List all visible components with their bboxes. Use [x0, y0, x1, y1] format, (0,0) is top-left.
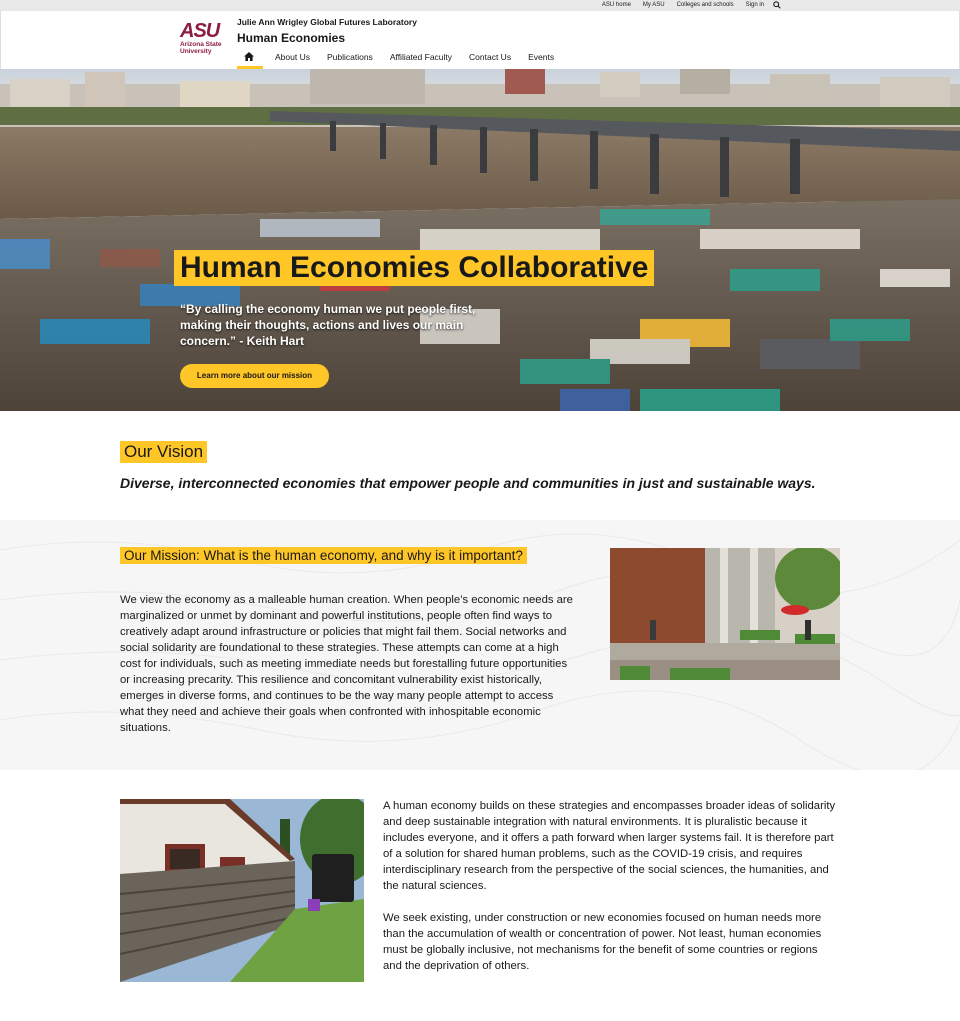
unit-name[interactable]: Julie Ann Wrigley Global Futures Laborat…: [237, 17, 417, 27]
market-photo: [0, 69, 960, 411]
utility-bar: ASU home My ASU Colleges and schools Sig…: [0, 0, 960, 11]
utility-links: ASU home My ASU Colleges and schools Sig…: [602, 0, 764, 11]
mission-paragraph: We view the economy as a malleable human…: [120, 594, 573, 734]
asu-home-link[interactable]: ASU home: [602, 0, 631, 11]
learn-more-button[interactable]: Learn more about our mission: [180, 364, 329, 388]
lower-paragraph-2: We seek existing, under construction or …: [383, 912, 822, 972]
sign-in-link[interactable]: Sign in: [746, 0, 764, 11]
nav-contact-us[interactable]: Contact Us: [469, 49, 511, 62]
hero-banner: Human Economies Collaborative “By callin…: [0, 69, 960, 411]
colleges-schools-link[interactable]: Colleges and schools: [677, 0, 734, 11]
logo-subtext-2: University: [180, 48, 212, 55]
vision-heading: Our Vision: [120, 441, 208, 463]
hero-title: Human Economies Collaborative: [174, 250, 655, 286]
street-market-photo: [610, 548, 840, 680]
asu-logo[interactable]: ASU Arizona State University: [180, 21, 230, 61]
global-header: ASU Arizona State University Julie Ann W…: [0, 11, 960, 69]
main-nav: About Us Publications Affiliated Faculty…: [237, 49, 571, 69]
logo-subtext-1: Arizona State: [180, 41, 222, 48]
logo-wordmark: ASU: [180, 20, 220, 42]
site-title[interactable]: Human Economies: [237, 31, 345, 45]
nav-events[interactable]: Events: [528, 49, 554, 62]
nav-about-us[interactable]: About Us: [275, 49, 310, 62]
lower-paragraph-1: A human economy builds on these strategi…: [383, 800, 836, 892]
vision-statement: Diverse, interconnected economies that e…: [120, 475, 816, 491]
hero-quote: “By calling the economy human we put peo…: [180, 302, 476, 348]
nav-affiliated-faculty[interactable]: Affiliated Faculty: [390, 49, 452, 62]
nav-home[interactable]: [237, 49, 263, 69]
my-asu-link[interactable]: My ASU: [643, 0, 665, 11]
search-icon[interactable]: [773, 1, 781, 9]
mission-heading: Our Mission: What is the human economy, …: [120, 547, 527, 564]
lower-content: A human economy builds on these strategi…: [383, 798, 837, 990]
bottle-wall-building-photo: [120, 799, 364, 982]
nav-publications[interactable]: Publications: [327, 49, 373, 62]
home-icon: [244, 52, 254, 61]
